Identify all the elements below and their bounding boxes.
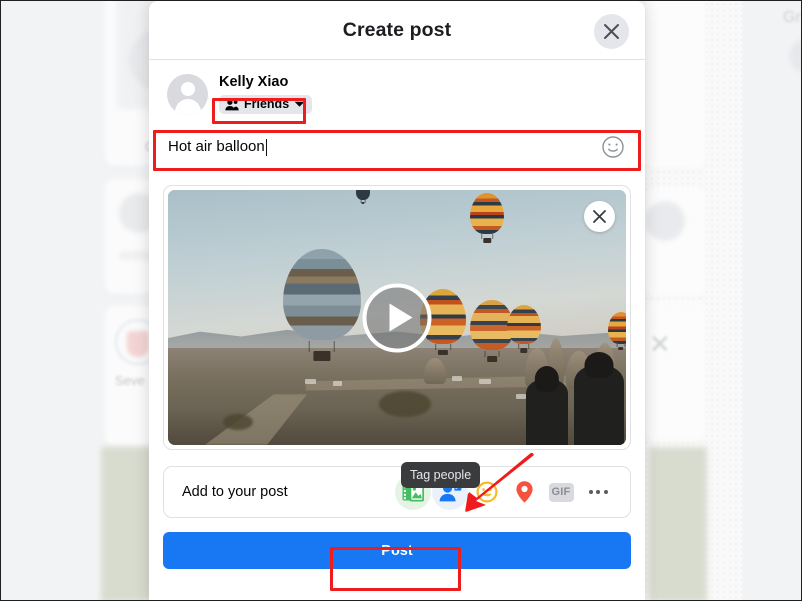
background-feed-card [645, 1, 705, 169]
ellipsis-icon [588, 490, 608, 494]
close-dialog-button[interactable] [594, 14, 629, 49]
balloon-basket [487, 356, 498, 362]
parked-vehicle [451, 376, 462, 382]
background-groups-label: Gr [783, 9, 801, 26]
photo-video-icon [402, 483, 424, 501]
smiley-face-icon [602, 136, 624, 158]
gif-icon: GIF [548, 482, 574, 502]
balloon-envelope [607, 312, 626, 344]
play-video-button[interactable] [362, 283, 432, 352]
post-button-wrap: Post [163, 532, 631, 569]
balloon-envelope [506, 304, 541, 345]
chevron-down-icon [294, 101, 305, 107]
add-to-post-bar: Add to your post GIF [163, 466, 631, 518]
check-in-button[interactable] [506, 474, 542, 510]
person-silhouette [526, 366, 568, 445]
balloon-basket [361, 202, 365, 205]
close-icon [604, 24, 619, 39]
tag-people-icon [439, 483, 461, 502]
parked-vehicle [305, 378, 317, 384]
tag-people-button[interactable] [432, 474, 468, 510]
background-green-photo-block [649, 447, 707, 600]
close-icon [593, 210, 606, 223]
balloon-envelope [355, 190, 370, 201]
play-icon [389, 303, 412, 332]
balloon [506, 304, 541, 353]
person-hair [534, 366, 560, 392]
location-pin-icon [515, 481, 533, 503]
add-to-post-label: Add to your post [182, 484, 288, 500]
add-photo-video-button[interactable] [395, 474, 431, 510]
post-button-label: Post [381, 542, 413, 559]
post-button[interactable]: Post [163, 532, 631, 569]
remove-media-button[interactable] [584, 201, 615, 232]
parked-vehicle [332, 381, 342, 387]
balloon [355, 190, 370, 205]
avatar-body-shape [174, 99, 201, 115]
background-close-icon: ✕ [649, 329, 671, 359]
friends-people-icon [225, 99, 239, 110]
dialog-header: Create post [149, 1, 645, 60]
post-composer-field[interactable]: Hot air balloon [163, 126, 631, 168]
audience-selector-wrap: Friends [219, 95, 313, 116]
add-to-post-actions: GIF [395, 474, 616, 510]
balloon-envelope [470, 192, 505, 234]
create-post-dialog: Create post Kelly Xiao Friends Hot air b… [149, 1, 645, 600]
background-feed-card [645, 301, 705, 441]
composer-text: Hot air balloon [168, 138, 265, 155]
balloon-envelope [282, 248, 361, 341]
page-title: Create post [342, 18, 452, 41]
balloon-basket [617, 346, 624, 351]
background-story-crest-icon [127, 331, 149, 357]
screenshot-root: C Seve ✕ Gr Create post [0, 0, 802, 601]
background-story-label: Seve [115, 373, 145, 388]
gif-button[interactable]: GIF [543, 474, 579, 510]
balloon [607, 312, 626, 351]
parked-vehicle [516, 394, 527, 399]
balloon-basket [483, 238, 491, 243]
audience-selector[interactable]: Friends [219, 95, 313, 114]
author-name: Kelly Xiao [219, 74, 289, 90]
background-right-column [743, 1, 801, 600]
more-options-button[interactable] [580, 474, 616, 510]
audience-label: Friends [244, 97, 290, 111]
video-thumbnail[interactable] [168, 190, 626, 445]
feeling-activity-button[interactable] [469, 474, 505, 510]
balloon [470, 192, 505, 243]
balloon [282, 248, 361, 361]
emoji-picker-button[interactable] [601, 135, 625, 159]
balloon-basket [312, 350, 331, 361]
person-hair [584, 352, 614, 378]
balloon-basket [520, 348, 528, 353]
default-avatar-icon [180, 82, 195, 96]
feeling-smiley-icon [476, 481, 498, 503]
background-avatar [645, 201, 685, 241]
avatar[interactable] [167, 74, 208, 115]
author-info: Kelly Xiao Friends [219, 74, 313, 116]
person-silhouette [574, 352, 624, 445]
text-cursor [265, 138, 267, 156]
parked-vehicle [479, 378, 492, 384]
balloon-basket [437, 349, 448, 356]
post-author-row: Kelly Xiao Friends [149, 60, 645, 122]
add-to-post-section: Add to your post GIF [163, 466, 631, 518]
media-preview-container [163, 185, 631, 450]
